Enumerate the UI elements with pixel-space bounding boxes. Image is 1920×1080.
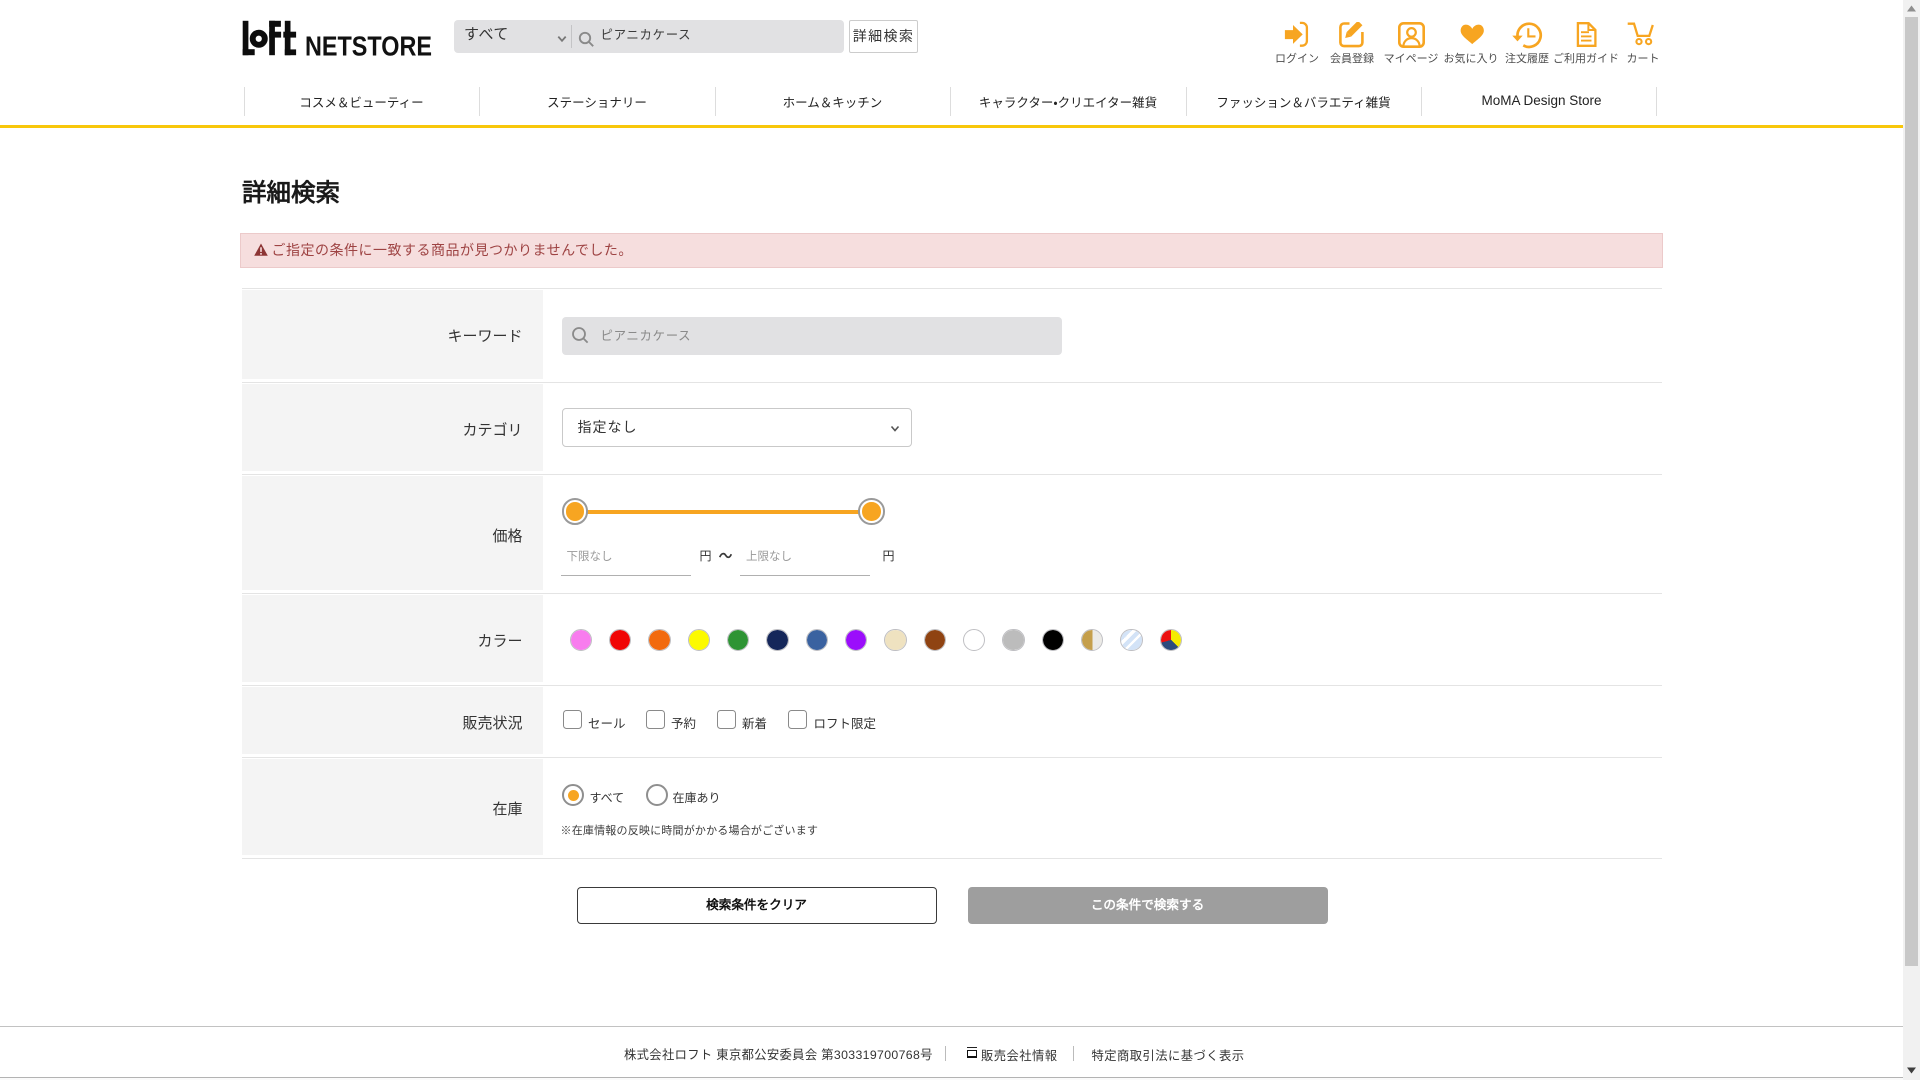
svg-text:NETSTORE: NETSTORE xyxy=(305,31,432,57)
